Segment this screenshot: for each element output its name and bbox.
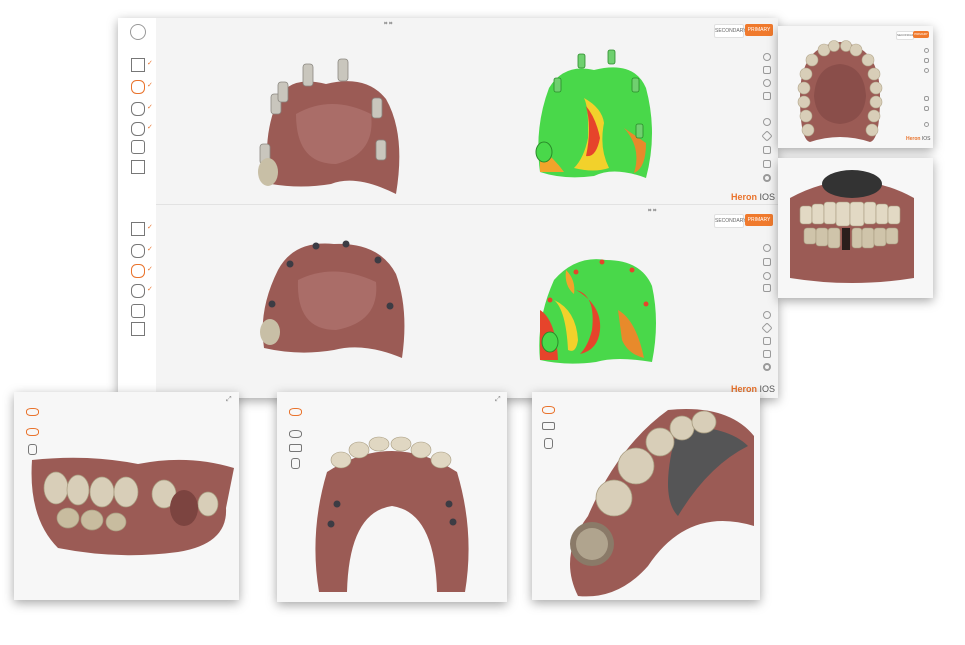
search-icon[interactable] bbox=[763, 272, 771, 280]
bottom-window-arch-view: ⤢ bbox=[277, 392, 507, 602]
brand-logo: Heron IOS bbox=[906, 136, 931, 142]
side-window-bite bbox=[778, 158, 933, 298]
upper-arch-teeth-model[interactable] bbox=[794, 36, 886, 144]
secondary-button[interactable]: SECONDARY bbox=[714, 24, 747, 38]
eraser-icon[interactable] bbox=[763, 337, 771, 345]
bite-icon[interactable] bbox=[131, 284, 145, 298]
bottom-window-side-view: ⤢ bbox=[14, 392, 239, 600]
view-title: ⌗ ⌗ bbox=[384, 21, 393, 27]
brush-icon[interactable] bbox=[761, 130, 773, 142]
brush-icon[interactable] bbox=[924, 96, 929, 101]
brand-logo: Heron IOS bbox=[731, 192, 776, 202]
settings-icon[interactable] bbox=[763, 363, 771, 371]
analysis-icon[interactable] bbox=[131, 160, 145, 174]
scan-lower-icon[interactable] bbox=[131, 264, 145, 278]
step-check: ✓ bbox=[147, 246, 153, 253]
primary-button[interactable]: PRIMARY bbox=[745, 24, 773, 36]
target-icon[interactable] bbox=[763, 311, 771, 319]
primary-button[interactable]: PRIMARY bbox=[745, 214, 773, 226]
help-icon[interactable] bbox=[763, 53, 771, 61]
eraser-icon[interactable] bbox=[763, 146, 771, 154]
measure-icon[interactable] bbox=[763, 350, 771, 358]
step-check: ✓ bbox=[147, 266, 153, 273]
trash-icon[interactable] bbox=[763, 258, 771, 266]
lower-arch-teeth-implants-model[interactable] bbox=[307, 432, 477, 598]
upper-arch-implants-model[interactable] bbox=[254, 230, 414, 370]
trash-icon[interactable] bbox=[924, 58, 929, 63]
prep-scan-icon[interactable] bbox=[131, 222, 145, 236]
secondary-button[interactable]: SECONDARY bbox=[896, 31, 916, 40]
scan-upper-icon[interactable] bbox=[131, 80, 145, 94]
left-toolbar: ✓ ✓ ✓ ✓ ✓ ✓ ✓ ✓ bbox=[118, 18, 156, 398]
measure-icon[interactable] bbox=[763, 160, 771, 168]
scan-upper-icon[interactable] bbox=[289, 408, 302, 416]
scan-lower-icon[interactable] bbox=[131, 102, 145, 116]
scan-upper-icon[interactable] bbox=[26, 408, 39, 416]
main-window: ✓ ✓ ✓ ✓ ✓ ✓ ✓ ✓ ⌗ ⌗ SECONDARY PRIMARY He… bbox=[118, 18, 778, 398]
scan-lower-icon[interactable] bbox=[289, 430, 302, 438]
scan-lower-icon[interactable] bbox=[26, 428, 39, 436]
bite-icon[interactable] bbox=[131, 122, 145, 136]
target-icon[interactable] bbox=[763, 118, 771, 126]
frontal-bite-model[interactable] bbox=[786, 168, 918, 286]
occlusion-icon[interactable] bbox=[542, 422, 555, 430]
help-icon[interactable] bbox=[924, 48, 929, 53]
bite-icon[interactable] bbox=[291, 458, 300, 469]
scan-upper-icon[interactable] bbox=[131, 244, 145, 258]
eraser-icon[interactable] bbox=[924, 106, 929, 111]
upper-arch-scanbodies-model[interactable] bbox=[256, 54, 408, 204]
deviation-heatmap-lower[interactable] bbox=[536, 250, 660, 370]
settings-icon[interactable] bbox=[763, 174, 771, 182]
bottom-window-closeup-view bbox=[532, 392, 760, 600]
occlusion-icon[interactable] bbox=[131, 140, 145, 154]
step-check: ✓ bbox=[147, 104, 153, 111]
analysis-icon[interactable] bbox=[131, 322, 145, 336]
scan-upper-icon[interactable] bbox=[542, 406, 555, 414]
secondary-button[interactable]: SECONDARY bbox=[714, 214, 747, 228]
row-divider bbox=[156, 204, 778, 205]
search-icon[interactable] bbox=[924, 68, 929, 73]
deviation-heatmap-upper[interactable] bbox=[534, 48, 656, 184]
step-check: ✓ bbox=[147, 224, 153, 231]
trash-icon[interactable] bbox=[763, 66, 771, 74]
expand-icon[interactable]: ⤢ bbox=[226, 396, 232, 404]
settings-icon[interactable] bbox=[924, 122, 929, 127]
help-icon[interactable] bbox=[763, 244, 771, 252]
bite-icon[interactable] bbox=[544, 438, 553, 449]
lateral-arch-model[interactable] bbox=[28, 448, 234, 560]
home-button[interactable] bbox=[130, 24, 146, 40]
primary-button[interactable]: PRIMARY bbox=[913, 31, 929, 38]
side-window-upper-teeth: SECONDARY PRIMARY Heron IOS bbox=[778, 26, 933, 148]
step-check: ✓ bbox=[147, 82, 153, 89]
closeup-molar-model[interactable] bbox=[558, 406, 754, 600]
brush-icon[interactable] bbox=[761, 322, 773, 334]
view-title: ⌗ ⌗ bbox=[648, 208, 657, 214]
step-check: ✓ bbox=[147, 124, 153, 131]
occlusion-icon[interactable] bbox=[289, 444, 302, 452]
layers-icon[interactable] bbox=[763, 284, 771, 292]
expand-icon[interactable]: ⤢ bbox=[495, 396, 501, 404]
step-check: ✓ bbox=[147, 60, 153, 67]
step-check: ✓ bbox=[147, 286, 153, 293]
occlusion-icon[interactable] bbox=[131, 304, 145, 318]
layers-icon[interactable] bbox=[763, 92, 771, 100]
search-icon[interactable] bbox=[763, 79, 771, 87]
prep-scan-icon[interactable] bbox=[131, 58, 145, 72]
